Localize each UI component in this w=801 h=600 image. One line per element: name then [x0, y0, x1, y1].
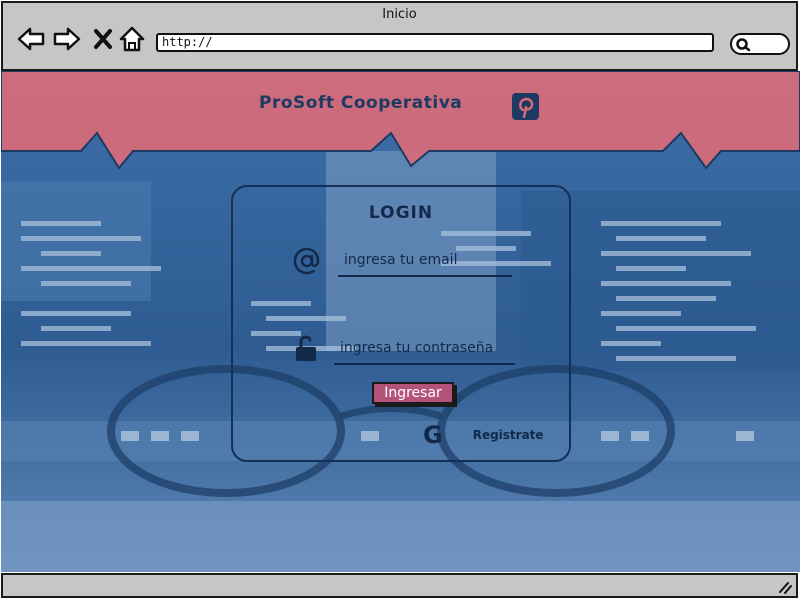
- address-bar[interactable]: http://: [156, 33, 714, 52]
- search-box[interactable]: [730, 33, 790, 55]
- unlocked-padlock-icon: [293, 333, 319, 363]
- forward-arrow-icon[interactable]: [53, 25, 81, 53]
- google-register-link[interactable]: G Registrate: [423, 423, 544, 447]
- brand-name: ProSoft Cooperativa: [259, 93, 463, 113]
- password-field[interactable]: [334, 337, 515, 365]
- window-title: Inicio: [382, 7, 417, 22]
- header-banner: [1, 71, 800, 170]
- browser-toolbar: Inicio http://: [1, 1, 798, 71]
- google-icon: G: [423, 421, 443, 449]
- email-field[interactable]: [338, 249, 512, 277]
- status-bar: [1, 573, 798, 598]
- login-button[interactable]: Ingresar: [372, 382, 454, 404]
- page-content: ProSoft Cooperativa LOGIN ingresa tu ema…: [1, 71, 800, 572]
- register-label: Registrate: [472, 428, 544, 442]
- home-icon[interactable]: [118, 25, 146, 53]
- browser-window: Inicio http:// ProSoft Cooperativa LOGIN…: [0, 0, 801, 600]
- login-title: LOGIN: [368, 203, 434, 223]
- login-form: LOGIN Ingresar G Registrate: [231, 185, 571, 462]
- back-arrow-icon[interactable]: [17, 25, 45, 53]
- resize-grip-icon[interactable]: [776, 578, 792, 594]
- search-icon: [736, 38, 751, 52]
- pinterest-icon[interactable]: [512, 93, 539, 120]
- at-sign-icon: [291, 245, 323, 277]
- close-x-icon[interactable]: [89, 25, 117, 53]
